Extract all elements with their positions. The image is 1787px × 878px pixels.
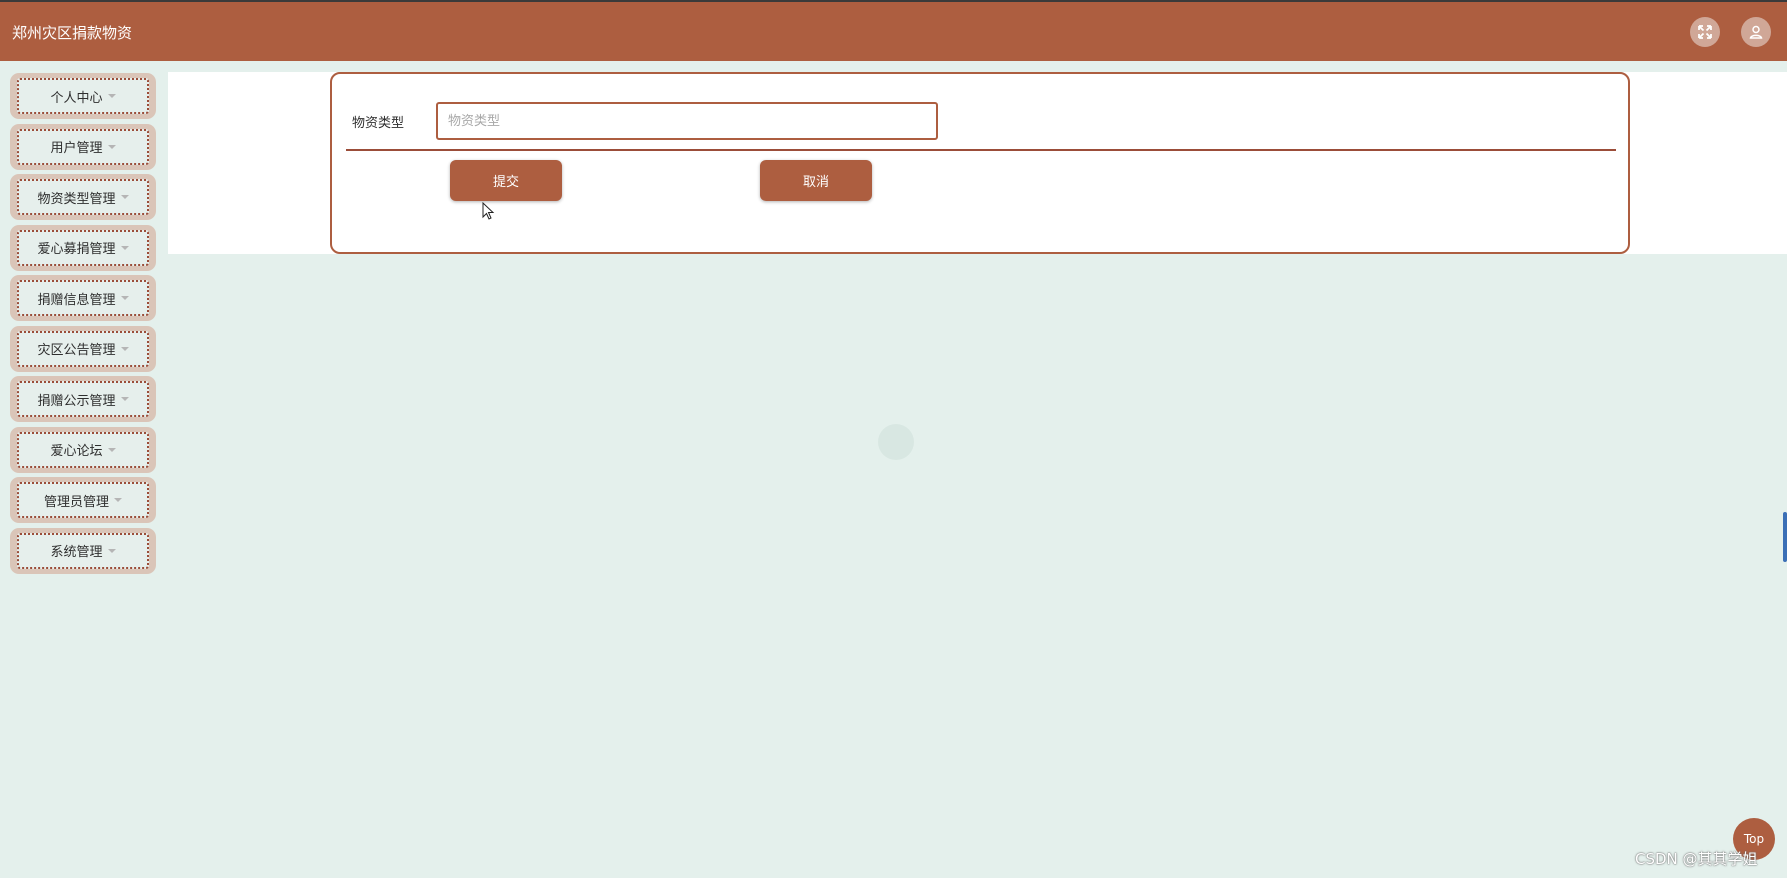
material-type-form: 物资类型 提交 取消: [330, 72, 1630, 254]
sidebar-item-material-type-management[interactable]: 物资类型管理: [10, 174, 156, 220]
caret-down-icon: [107, 548, 116, 553]
fullscreen-button[interactable]: [1690, 17, 1720, 47]
sidebar-item-system-management[interactable]: 系统管理: [10, 527, 156, 574]
user-icon: [1749, 25, 1763, 39]
cancel-button[interactable]: 取消: [760, 160, 872, 201]
sidebar-item-user-management[interactable]: 用户管理: [10, 123, 156, 170]
user-button[interactable]: [1741, 17, 1771, 47]
app-title: 郑州灾区捐款物资: [12, 24, 133, 42]
submit-button[interactable]: 提交: [450, 160, 562, 201]
caret-down-icon: [107, 447, 116, 452]
caret-down-icon: [120, 397, 129, 401]
sidebar-item-label: 爱心募捐管理: [37, 242, 116, 257]
caret-down-icon: [107, 144, 116, 149]
loading-indicator: [878, 424, 914, 460]
sidebar-item-label: 灾区公告管理: [37, 343, 116, 358]
sidebar-item-personal-center[interactable]: 个人中心: [10, 73, 156, 119]
fullscreen-icon: [1698, 25, 1712, 39]
caret-down-icon: [114, 498, 122, 502]
material-type-input[interactable]: [436, 102, 938, 140]
watermark: CSDN @其其学姐: [1635, 850, 1758, 868]
scrollbar-handle[interactable]: [1783, 512, 1787, 562]
sidebar-item-admin-management[interactable]: 管理员管理: [10, 477, 156, 523]
mouse-cursor-icon: [482, 202, 495, 220]
sidebar-item-label: 个人中心: [50, 90, 103, 106]
sidebar-item-label: 用户管理: [50, 141, 103, 156]
sidebar-item-disaster-notice-management[interactable]: 灾区公告管理: [10, 325, 156, 372]
sidebar-item-label: 管理员管理: [43, 494, 109, 510]
sidebar-item-fundraising-management[interactable]: 爱心募捐管理: [10, 224, 156, 271]
sidebar-item-donation-publicity-management[interactable]: 捐赠公示管理: [10, 376, 156, 422]
top-header: 郑州灾区捐款物资: [0, 0, 1787, 61]
sidebar-item-forum[interactable]: 爱心论坛: [10, 426, 156, 473]
sidebar-menu: 个人中心 用户管理 物资类型管理 爱心募捐管理 捐赠信息管理 灾区公告管理 捐赠…: [10, 73, 156, 578]
material-type-label: 物资类型: [352, 116, 405, 131]
caret-down-icon: [120, 296, 129, 300]
sidebar-item-label: 捐赠信息管理: [37, 292, 116, 308]
caret-down-icon: [120, 195, 129, 199]
caret-down-icon: [120, 346, 129, 351]
sidebar-item-label: 爱心论坛: [50, 444, 103, 459]
sidebar-item-label: 物资类型管理: [37, 191, 116, 207]
caret-down-icon: [107, 94, 116, 98]
sidebar-item-label: 捐赠公示管理: [37, 393, 116, 409]
sidebar-item-label: 系统管理: [50, 545, 103, 560]
sidebar-item-donation-info-management[interactable]: 捐赠信息管理: [10, 275, 156, 321]
form-divider: [346, 149, 1616, 151]
caret-down-icon: [120, 245, 129, 250]
